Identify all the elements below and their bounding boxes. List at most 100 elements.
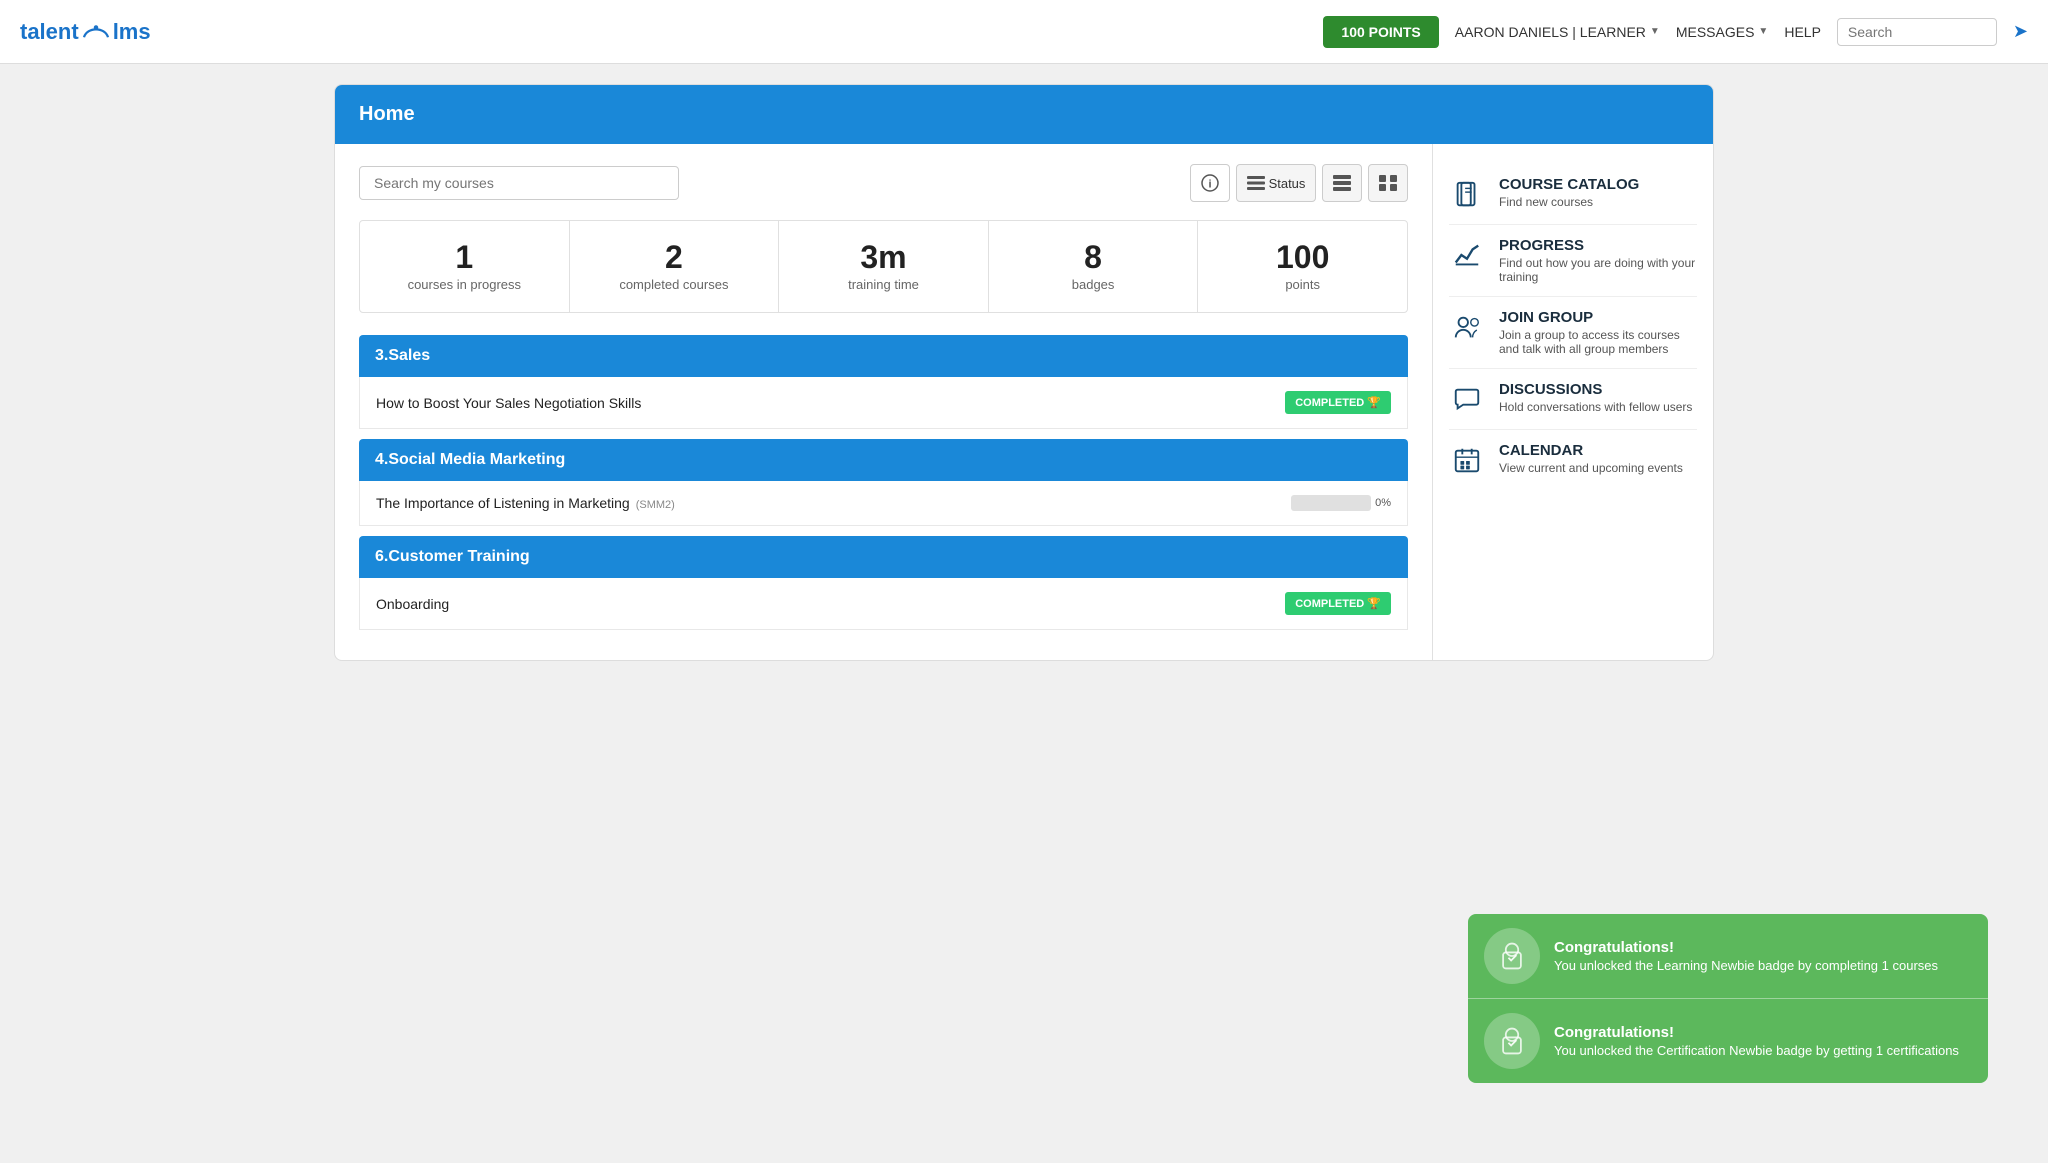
stat-number: 1 <box>370 239 559 276</box>
join-group-title: JOIN GROUP <box>1499 309 1697 326</box>
stat-item: 1 courses in progress <box>360 221 570 312</box>
completed-badge: COMPLETED 🏆 <box>1285 391 1391 414</box>
calendar-text: CALENDAR View current and upcoming event… <box>1499 442 1683 475</box>
sidebar-item-progress[interactable]: PROGRESS Find out how you are doing with… <box>1449 225 1697 297</box>
stat-label: points <box>1285 277 1320 292</box>
sidebar-item-join-group[interactable]: JOIN GROUP Join a group to access its co… <box>1449 297 1697 369</box>
progress-bar-wrap: 0% <box>1291 495 1391 511</box>
stat-number: 2 <box>580 239 769 276</box>
discussions-icon <box>1449 381 1485 417</box>
course-groups: 3.Sales How to Boost Your Sales Negotiat… <box>359 335 1408 630</box>
progress-icon <box>1449 237 1485 273</box>
discussions-desc: Hold conversations with fellow users <box>1499 400 1692 414</box>
congrats-message: You unlocked the Certification Newbie ba… <box>1554 1043 1959 1058</box>
main-wrapper: Home i <box>314 84 1734 661</box>
congrats-text: Congratulations! You unlocked the Learni… <box>1554 939 1938 973</box>
user-menu[interactable]: AARON DANIELS | LEARNER ▼ <box>1455 24 1660 40</box>
list-view-icon <box>1333 175 1351 191</box>
congrats-popup: Congratulations! You unlocked the Learni… <box>1468 914 1988 1083</box>
messages-menu[interactable]: MESSAGES ▼ <box>1676 24 1769 40</box>
stat-number: 100 <box>1208 239 1397 276</box>
congrats-message: You unlocked the Learning Newbie badge b… <box>1554 958 1938 973</box>
progress-text: 0% <box>1375 497 1391 509</box>
page-title: Home <box>359 103 415 125</box>
stat-item: 8 badges <box>989 221 1199 312</box>
stat-number: 3m <box>789 239 978 276</box>
course-group: 3.Sales How to Boost Your Sales Negotiat… <box>359 335 1408 429</box>
search-bar: i Status <box>359 164 1408 202</box>
course-catalog-desc: Find new courses <box>1499 195 1639 209</box>
course-name: The Importance of Listening in Marketing… <box>376 495 675 511</box>
course-catalog-icon <box>1449 176 1485 212</box>
home-panel: Home i <box>334 84 1714 661</box>
points-button[interactable]: 100 POINTS <box>1323 16 1438 48</box>
progress-bar-bg <box>1291 495 1371 511</box>
stat-label: courses in progress <box>408 277 521 292</box>
join-group-desc: Join a group to access its courses and t… <box>1499 328 1697 356</box>
course-item[interactable]: The Importance of Listening in Marketing… <box>359 481 1408 526</box>
logo-arc-icon <box>81 23 111 41</box>
info-button[interactable]: i <box>1190 164 1230 202</box>
home-header: Home <box>335 85 1713 144</box>
sidebar-item-calendar[interactable]: CALENDAR View current and upcoming event… <box>1449 430 1697 490</box>
congrats-text: Congratulations! You unlocked the Certif… <box>1554 1024 1959 1058</box>
badge-icon <box>1496 940 1528 972</box>
calendar-desc: View current and upcoming events <box>1499 461 1683 475</box>
stat-item: 3m training time <box>779 221 989 312</box>
messages-chevron-icon: ▼ <box>1758 26 1768 37</box>
course-catalog-text: COURSE CATALOG Find new courses <box>1499 176 1639 209</box>
stat-label: completed courses <box>619 277 728 292</box>
calendar-title: CALENDAR <box>1499 442 1683 459</box>
course-item[interactable]: How to Boost Your Sales Negotiation Skil… <box>359 377 1408 429</box>
list-view-button[interactable] <box>1322 164 1362 202</box>
stat-label: training time <box>848 277 919 292</box>
logout-icon[interactable]: ➤ <box>2013 21 2028 42</box>
congrats-item: Congratulations! You unlocked the Certif… <box>1468 998 1988 1083</box>
course-name: Onboarding <box>376 596 449 612</box>
nav-right: 100 POINTS AARON DANIELS | LEARNER ▼ MES… <box>1323 16 2028 48</box>
course-search-input[interactable] <box>359 166 679 200</box>
user-label: AARON DANIELS | LEARNER <box>1455 24 1646 40</box>
badge-icon <box>1496 1025 1528 1057</box>
stat-item: 100 points <box>1198 221 1407 312</box>
progress-desc: Find out how you are doing with your tra… <box>1499 256 1697 284</box>
group-header[interactable]: 4.Social Media Marketing <box>359 439 1408 481</box>
discussions-title: DISCUSSIONS <box>1499 381 1692 398</box>
user-chevron-icon: ▼ <box>1650 26 1660 37</box>
help-link[interactable]: HELP <box>1784 24 1821 40</box>
completed-badge: COMPLETED 🏆 <box>1285 592 1391 615</box>
course-group: 4.Social Media Marketing The Importance … <box>359 439 1408 526</box>
main-content: i Status <box>335 144 1433 660</box>
group-header[interactable]: 3.Sales <box>359 335 1408 377</box>
logo: talent lms <box>20 19 151 45</box>
calendar-icon <box>1449 442 1485 478</box>
progress-title: PROGRESS <box>1499 237 1697 254</box>
congrats-badge-icon <box>1484 928 1540 984</box>
stat-number: 8 <box>999 239 1188 276</box>
info-icon: i <box>1201 174 1219 192</box>
congrats-item: Congratulations! You unlocked the Learni… <box>1468 914 1988 998</box>
logo-lms-text: lms <box>113 19 151 45</box>
messages-label: MESSAGES <box>1676 24 1755 40</box>
sidebar-item-course-catalog[interactable]: COURSE CATALOG Find new courses <box>1449 164 1697 225</box>
course-group: 6.Customer Training Onboarding COMPLETED… <box>359 536 1408 630</box>
course-name: How to Boost Your Sales Negotiation Skil… <box>376 395 641 411</box>
status-button[interactable]: Status <box>1236 164 1316 202</box>
sidebar: COURSE CATALOG Find new courses PROGRESS… <box>1433 144 1713 660</box>
content-area: i Status <box>335 144 1713 660</box>
sidebar-item-discussions[interactable]: DISCUSSIONS Hold conversations with fell… <box>1449 369 1697 430</box>
stats-row: 1 courses in progress 2 completed course… <box>359 220 1408 313</box>
stat-label: badges <box>1072 277 1115 292</box>
progress-text: PROGRESS Find out how you are doing with… <box>1499 237 1697 284</box>
course-item[interactable]: Onboarding COMPLETED 🏆 <box>359 578 1408 630</box>
grid-view-button[interactable] <box>1368 164 1408 202</box>
svg-text:i: i <box>1208 179 1211 191</box>
join-group-text: JOIN GROUP Join a group to access its co… <box>1499 309 1697 356</box>
discussions-text: DISCUSSIONS Hold conversations with fell… <box>1499 381 1692 414</box>
nav-search-input[interactable] <box>1837 18 1997 46</box>
stat-item: 2 completed courses <box>570 221 780 312</box>
group-header[interactable]: 6.Customer Training <box>359 536 1408 578</box>
congrats-title: Congratulations! <box>1554 939 1938 956</box>
grid-view-icon <box>1379 175 1397 191</box>
course-catalog-title: COURSE CATALOG <box>1499 176 1639 193</box>
